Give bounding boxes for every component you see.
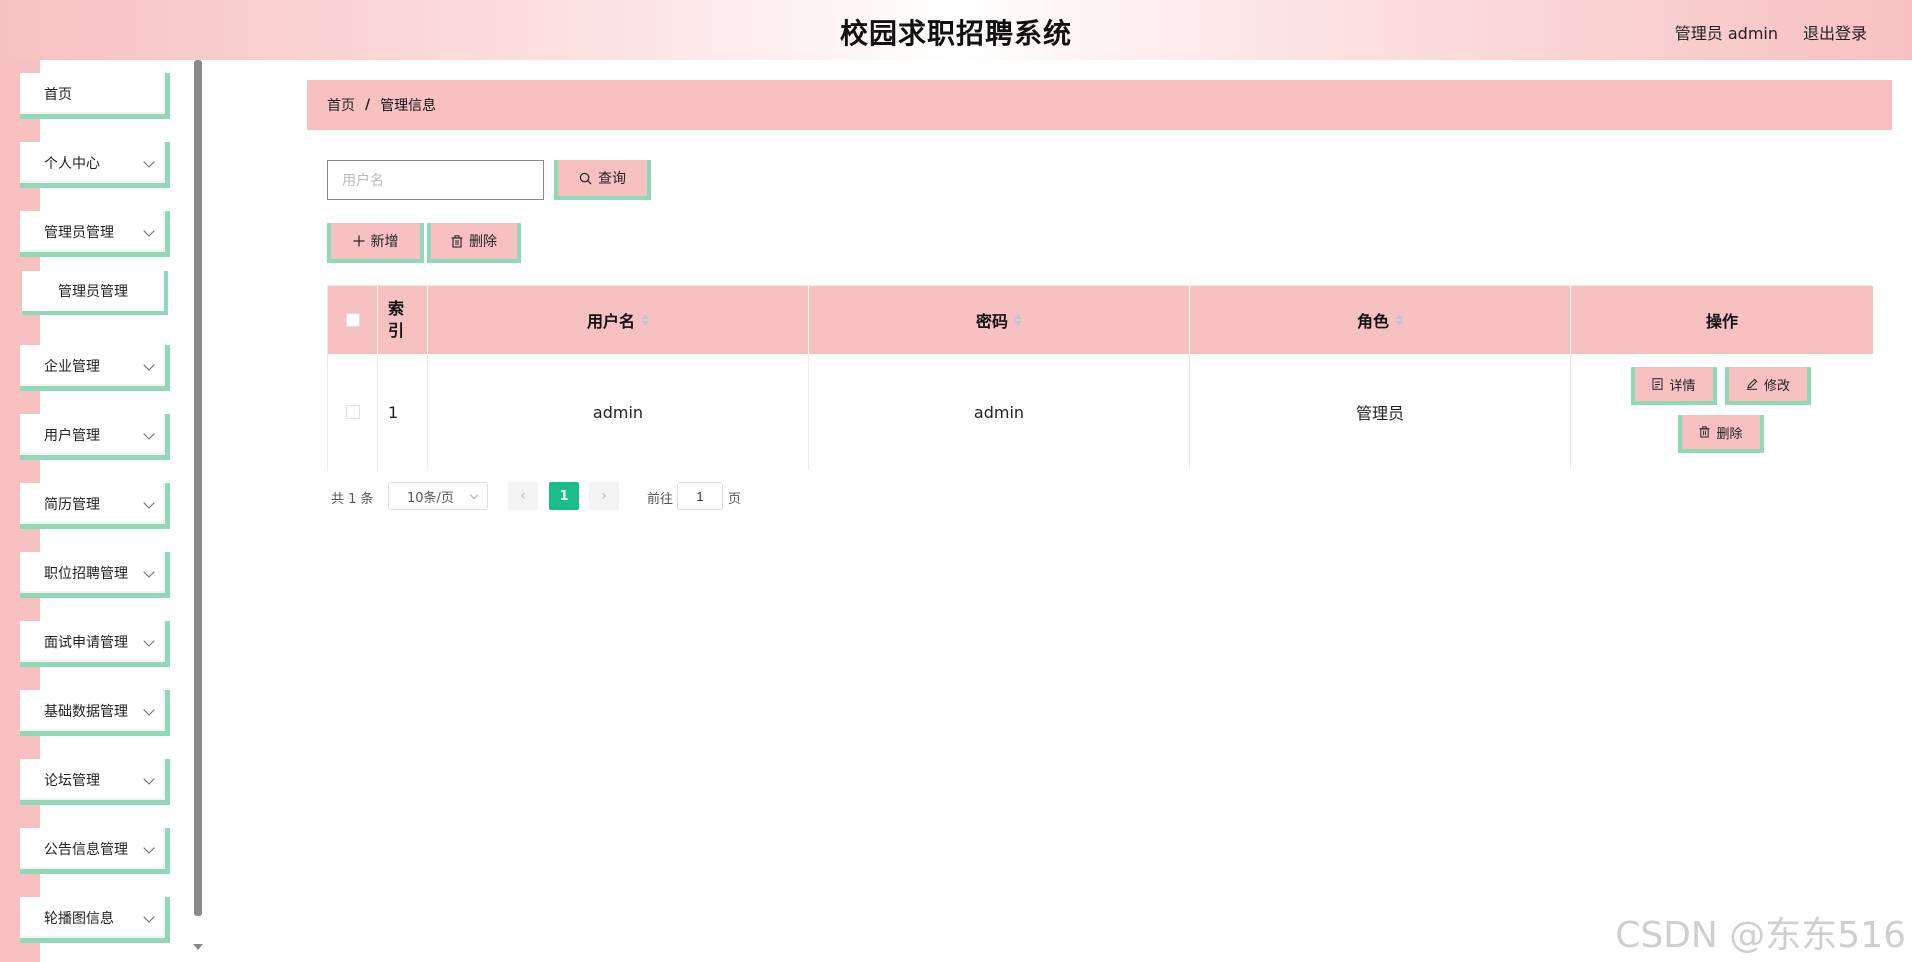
chevron-down-icon: [143, 428, 155, 440]
sidebar-item-label: 论坛管理: [44, 772, 100, 789]
chevron-down-icon: [143, 773, 155, 785]
sidebar-item-label: 职位招聘管理: [44, 565, 128, 582]
sidebar-item-label: 用户管理: [44, 427, 100, 444]
sidebar-item-forum-management[interactable]: 论坛管理: [20, 759, 170, 805]
sidebar-item-carousel-info[interactable]: 轮播图信息: [20, 897, 170, 943]
breadcrumb: 首页 / 管理信息: [307, 80, 1892, 130]
sidebar-item-label: 基础数据管理: [44, 703, 128, 720]
detail-button-label: 详情: [1669, 378, 1696, 394]
sidebar-item-notice-management[interactable]: 公告信息管理: [20, 828, 170, 874]
breadcrumb-home[interactable]: 首页: [327, 95, 355, 115]
batch-delete-button-label: 删除: [469, 234, 497, 250]
chevron-down-icon: [143, 911, 155, 923]
edit-button[interactable]: 修改: [1725, 367, 1811, 405]
table-header: 索引 用户名 密码 角色 操作: [328, 286, 1873, 354]
add-button[interactable]: 新增: [327, 223, 424, 263]
sidebar-item-user-management[interactable]: 用户管理: [20, 414, 170, 460]
cell-password: admin: [809, 354, 1190, 470]
breadcrumb-current: 管理信息: [380, 98, 437, 114]
page-number-button[interactable]: 1: [549, 482, 579, 510]
cell-username: admin: [428, 354, 809, 470]
cell-role: 管理员: [1190, 354, 1571, 470]
row-checkbox[interactable]: [345, 405, 360, 419]
chevron-down-icon: [143, 359, 155, 371]
sidebar: 首页 个人中心 管理员管理 管理员管理 企业管理 用户管理 简历管理 职位招聘管…: [0, 60, 194, 962]
column-header-password[interactable]: 密码: [809, 286, 1190, 354]
trash-icon: [1699, 426, 1711, 438]
cell-index: 1: [378, 354, 428, 470]
chevron-down-icon: [143, 225, 155, 237]
sidebar-item-personal-center[interactable]: 个人中心: [20, 142, 170, 188]
goto-suffix: 页: [728, 492, 742, 507]
select-all-cell: [328, 286, 378, 354]
breadcrumb-separator: /: [365, 97, 371, 113]
trash-icon: [451, 234, 463, 248]
sidebar-subitem-admin-management[interactable]: 管理员管理: [22, 271, 168, 315]
detail-button[interactable]: 详情: [1631, 367, 1717, 405]
username-search-input[interactable]: [327, 160, 544, 200]
sidebar-scrollbar[interactable]: [194, 60, 202, 916]
column-header-username[interactable]: 用户名: [428, 286, 809, 354]
sidebar-subitem-label: 管理员管理: [58, 284, 128, 300]
row-delete-button-label: 删除: [1716, 426, 1743, 442]
sidebar-item-company-management[interactable]: 企业管理: [20, 345, 170, 391]
logout-link[interactable]: 退出登录: [1803, 20, 1867, 44]
edit-button-label: 修改: [1763, 378, 1790, 394]
scroll-down-arrow-icon[interactable]: [193, 944, 203, 950]
goto-label: 前往: [647, 492, 674, 507]
sidebar-item-base-data-management[interactable]: 基础数据管理: [20, 690, 170, 736]
chevron-down-icon: [143, 635, 155, 647]
top-header: 校园求职招聘系统 管理员 admin 退出登录: [0, 0, 1912, 60]
chevron-right-icon: ›: [601, 488, 607, 504]
pagination-total: 共 1 条: [331, 492, 374, 507]
column-header-actions: 操作: [1705, 312, 1738, 331]
column-header-role[interactable]: 角色: [1190, 286, 1571, 354]
sidebar-item-resume-management[interactable]: 简历管理: [20, 483, 170, 529]
sidebar-item-label: 管理员管理: [44, 224, 114, 241]
chevron-down-icon: [143, 704, 155, 716]
column-header-index: 索引: [378, 286, 428, 354]
chevron-down-icon: [143, 842, 155, 854]
search-icon: [579, 172, 592, 184]
add-button-label: 新增: [370, 234, 399, 250]
sidebar-item-label: 公告信息管理: [44, 841, 128, 858]
edit-icon: [1746, 378, 1758, 390]
current-user-label: 管理员 admin: [1674, 24, 1778, 43]
row-select-cell: [328, 354, 378, 470]
sidebar-item-interview-management[interactable]: 面试申请管理: [20, 621, 170, 667]
sidebar-item-label: 个人中心: [44, 155, 100, 172]
chevron-down-icon: [143, 566, 155, 578]
sidebar-item-label: 企业管理: [44, 358, 100, 375]
chevron-down-icon: [469, 490, 479, 500]
app-title: 校园求职招聘系统: [839, 17, 1072, 50]
sort-icon[interactable]: [1395, 314, 1403, 326]
sidebar-item-label: 轮播图信息: [44, 910, 114, 927]
sidebar-item-label: 首页: [44, 86, 72, 103]
sidebar-item-admin-management[interactable]: 管理员管理: [20, 211, 170, 257]
search-button[interactable]: 查询: [554, 160, 651, 200]
chevron-down-icon: [143, 156, 155, 168]
chevron-left-icon: ‹: [520, 488, 526, 504]
document-icon: [1652, 378, 1663, 390]
next-page-button[interactable]: ›: [589, 482, 619, 510]
watermark: CSDN @东东516: [1615, 915, 1906, 956]
prev-page-button[interactable]: ‹: [508, 482, 538, 510]
sort-icon[interactable]: [1014, 314, 1022, 326]
row-delete-button[interactable]: 删除: [1678, 415, 1764, 453]
plus-icon: [353, 235, 364, 247]
page-size-value: 10条/页: [407, 490, 454, 506]
goto-page-input[interactable]: [677, 482, 723, 510]
sidebar-item-label: 面试申请管理: [44, 634, 128, 651]
batch-delete-button[interactable]: 删除: [427, 223, 521, 263]
sidebar-item-label: 简历管理: [44, 496, 100, 513]
chevron-down-icon: [143, 497, 155, 509]
sidebar-item-job-management[interactable]: 职位招聘管理: [20, 552, 170, 598]
sidebar-item-home[interactable]: 首页: [20, 73, 170, 119]
select-all-checkbox[interactable]: [345, 313, 360, 327]
sort-icon[interactable]: [641, 314, 649, 326]
page-size-select[interactable]: 10条/页: [388, 482, 488, 510]
search-button-label: 查询: [598, 171, 626, 187]
